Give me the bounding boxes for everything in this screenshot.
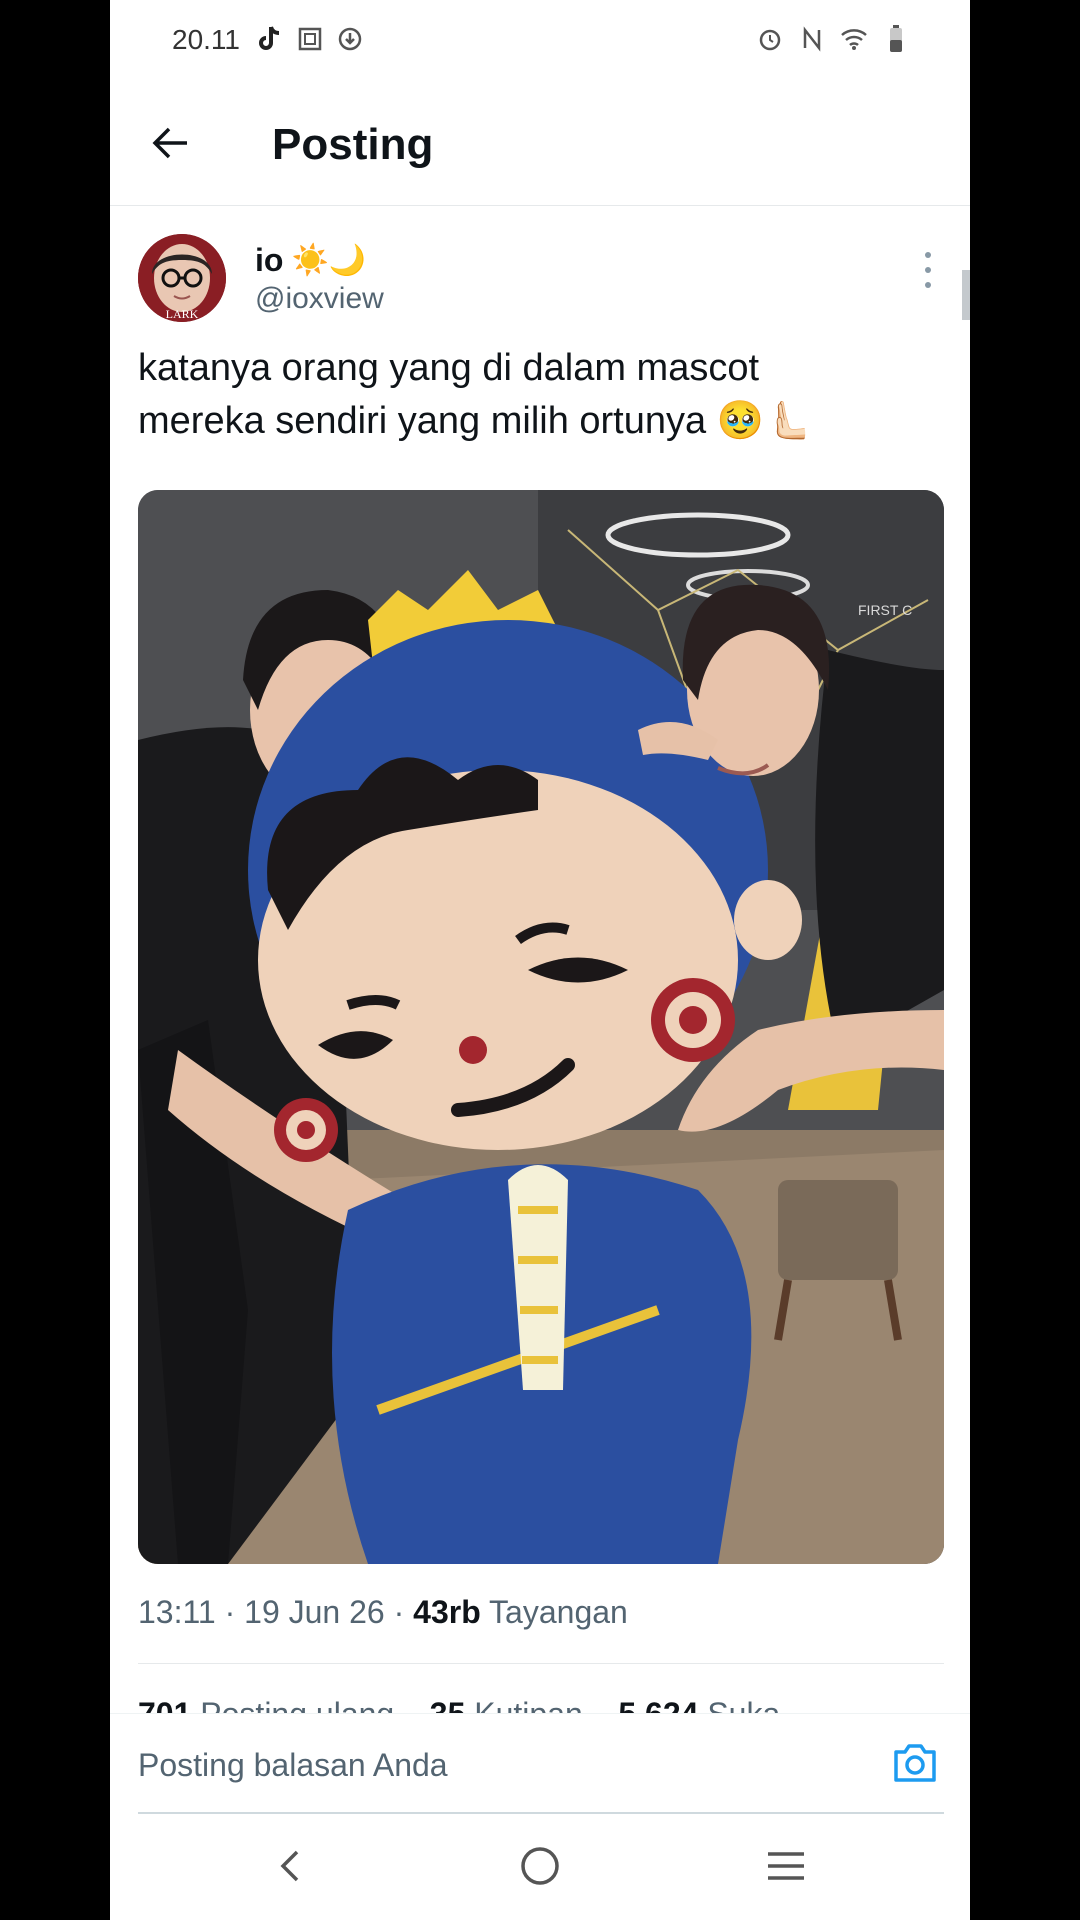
system-nav-bar [110, 1815, 970, 1920]
download-icon [336, 24, 364, 54]
more-dot-icon [925, 252, 931, 258]
post-text: katanya orang yang di dalam mascot merek… [138, 342, 918, 448]
avatar[interactable]: LARK [138, 234, 226, 322]
nfc-icon [798, 24, 826, 54]
nav-recents-button[interactable] [756, 1841, 816, 1891]
status-time: 20.11 [172, 24, 240, 55]
divider [138, 1663, 944, 1664]
chevron-left-icon [280, 1850, 299, 1882]
reply-underline [138, 1812, 944, 1814]
avatar-overlay-text: LARK [166, 307, 199, 321]
display-name-text: io [255, 242, 284, 278]
image-sign-text: FIRST C [858, 602, 912, 618]
reply-input[interactable]: Posting balasan Anda [138, 1747, 448, 1784]
post-image[interactable]: FIRST C [138, 490, 944, 1564]
phone-screen: 20.11 Posting LARK io ☀️🌙 @ioxview katan… [110, 0, 970, 1920]
views-count: 43rb [413, 1594, 481, 1630]
nav-home-button[interactable] [510, 1841, 570, 1891]
reply-bar: Posting balasan Anda [110, 1713, 970, 1815]
arrow-left-icon [152, 127, 187, 159]
display-name-emoji: ☀️🌙 [291, 244, 367, 277]
post-text-line: mereka sendiri yang milih ortunya 🥹🫷🏻 [138, 400, 812, 442]
screenshot-icon [296, 24, 324, 54]
more-dot-icon [925, 267, 931, 273]
home-circle-icon [521, 1847, 559, 1885]
nav-back-button[interactable] [260, 1841, 320, 1891]
scrollbar[interactable] [962, 270, 970, 320]
post-timestamp: 13:11 · 19 Jun 26 · [138, 1594, 414, 1630]
tiktok-icon [256, 24, 284, 54]
status-bar: 20.11 [110, 0, 970, 82]
post-meta: 13:11 · 19 Jun 26 · 43rb Tayangan [138, 1594, 628, 1631]
status-left-icons [256, 24, 364, 54]
more-options-button[interactable] [918, 252, 938, 288]
back-button[interactable] [148, 120, 194, 166]
status-right-icons [756, 24, 910, 54]
top-app-bar: Posting [110, 82, 970, 206]
wifi-icon [840, 24, 868, 54]
page-title: Posting [272, 120, 434, 169]
views-label: Tayangan [480, 1594, 628, 1630]
camera-button[interactable] [892, 1742, 938, 1784]
alarm-icon [756, 24, 784, 54]
author-handle[interactable]: @ioxview [255, 282, 384, 316]
battery-icon [882, 24, 910, 54]
menu-lines-icon [768, 1852, 804, 1880]
camera-icon [894, 1744, 936, 1782]
more-dot-icon [925, 282, 931, 288]
post-text-line: katanya orang yang di dalam mascot [138, 347, 760, 389]
author-name[interactable]: io ☀️🌙 [255, 242, 366, 279]
